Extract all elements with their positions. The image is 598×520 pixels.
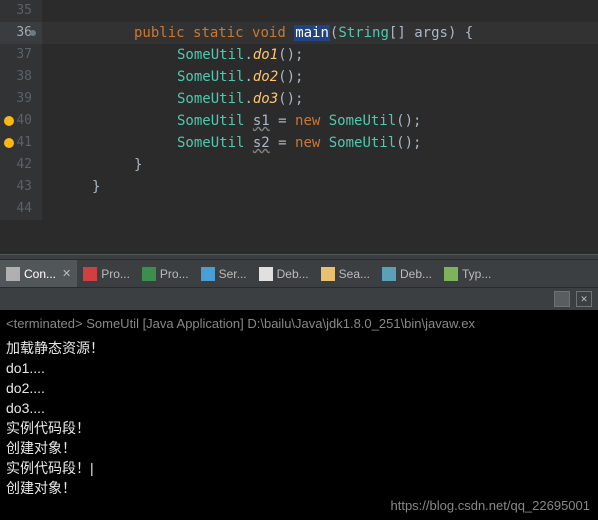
tab-label: Pro... [101, 267, 130, 281]
code-content[interactable]: public static void main(String[] args) { [42, 22, 598, 44]
code-line[interactable]: 39SomeUtil.do3(); [0, 88, 598, 110]
tab-label: Deb... [277, 267, 309, 281]
panel-tab[interactable]: Con... ✕ [0, 260, 77, 287]
code-line[interactable]: 43} [0, 176, 598, 198]
console-line: do3.... [6, 398, 592, 418]
code-content[interactable]: } [42, 176, 598, 198]
stop-square-icon[interactable] [554, 291, 570, 307]
code-editor[interactable]: 3536public static void main(String[] arg… [0, 0, 598, 254]
gutter[interactable]: 36 [0, 22, 42, 44]
code-content[interactable]: } [42, 154, 598, 176]
gutter[interactable]: 42 [0, 154, 42, 176]
gutter[interactable]: 44 [0, 198, 42, 220]
tab-icon [83, 267, 97, 281]
code-line[interactable]: 38SomeUtil.do2(); [0, 66, 598, 88]
console-line: 实例代码段！ [6, 418, 592, 438]
tab-label: Sea... [339, 267, 370, 281]
watermark: https://blog.csdn.net/qq_22695001 [391, 496, 591, 516]
code-line[interactable]: 44 [0, 198, 598, 220]
console-line: do1.... [6, 358, 592, 378]
tab-icon [6, 267, 20, 281]
close-x-icon[interactable]: ✕ [576, 291, 592, 307]
panel-tab[interactable]: Typ... [438, 260, 497, 287]
code-line[interactable]: 41SomeUtil s2 = new SomeUtil(); [0, 132, 598, 154]
console-line: 创建对象！ [6, 478, 592, 498]
tab-icon [382, 267, 396, 281]
console-status: <terminated> SomeUtil [Java Application]… [6, 312, 592, 338]
panel-tab[interactable]: Deb... [253, 260, 315, 287]
tab-label: Ser... [219, 267, 247, 281]
tab-icon [444, 267, 458, 281]
code-content[interactable] [42, 198, 598, 220]
tab-label: Con... [24, 267, 56, 281]
tab-label: Pro... [160, 267, 189, 281]
code-content[interactable]: SomeUtil.do3(); [42, 88, 598, 110]
tab-icon [321, 267, 335, 281]
tab-icon [142, 267, 156, 281]
close-icon[interactable]: ✕ [62, 267, 71, 280]
code-content[interactable]: SomeUtil.do1(); [42, 44, 598, 66]
tab-label: Deb... [400, 267, 432, 281]
console-line: 加载静态资源！ [6, 338, 592, 358]
panel-tab[interactable]: Sea... [315, 260, 376, 287]
panel-tab[interactable]: Deb... [376, 260, 438, 287]
lightbulb-icon[interactable] [4, 116, 14, 126]
code-line[interactable]: 37SomeUtil.do1(); [0, 44, 598, 66]
gutter[interactable]: 35 [0, 0, 42, 22]
code-line[interactable]: 36public static void main(String[] args)… [0, 22, 598, 44]
code-content[interactable]: SomeUtil.do2(); [42, 66, 598, 88]
tab-label: Typ... [462, 267, 491, 281]
tab-icon [201, 267, 215, 281]
console-toolbar: ✕ [0, 288, 598, 310]
console-line: 创建对象！ [6, 438, 592, 458]
gutter[interactable]: 43 [0, 176, 42, 198]
panel-tab[interactable]: Pro... [136, 260, 195, 287]
console-panel[interactable]: <terminated> SomeUtil [Java Application]… [0, 310, 598, 520]
code-content[interactable]: SomeUtil s2 = new SomeUtil(); [42, 132, 598, 154]
code-content[interactable] [42, 0, 598, 22]
console-line: 实例代码段！| [6, 458, 592, 478]
panel-tab[interactable]: Ser... [195, 260, 253, 287]
gutter[interactable]: 40 [0, 110, 42, 132]
gutter[interactable]: 39 [0, 88, 42, 110]
lightbulb-icon[interactable] [4, 138, 14, 148]
bottom-tabs: Con... ✕ Pro... Pro... Ser... Deb... Sea... Deb… [0, 260, 598, 288]
code-line[interactable]: 42} [0, 154, 598, 176]
panel-tab[interactable]: Pro... [77, 260, 136, 287]
tab-icon [259, 267, 273, 281]
console-line: do2.... [6, 378, 592, 398]
gutter[interactable]: 41 [0, 132, 42, 154]
code-content[interactable]: SomeUtil s1 = new SomeUtil(); [42, 110, 598, 132]
code-line[interactable]: 35 [0, 0, 598, 22]
gutter[interactable]: 38 [0, 66, 42, 88]
gutter[interactable]: 37 [0, 44, 42, 66]
gutter-marker-icon [30, 30, 36, 36]
code-line[interactable]: 40SomeUtil s1 = new SomeUtil(); [0, 110, 598, 132]
